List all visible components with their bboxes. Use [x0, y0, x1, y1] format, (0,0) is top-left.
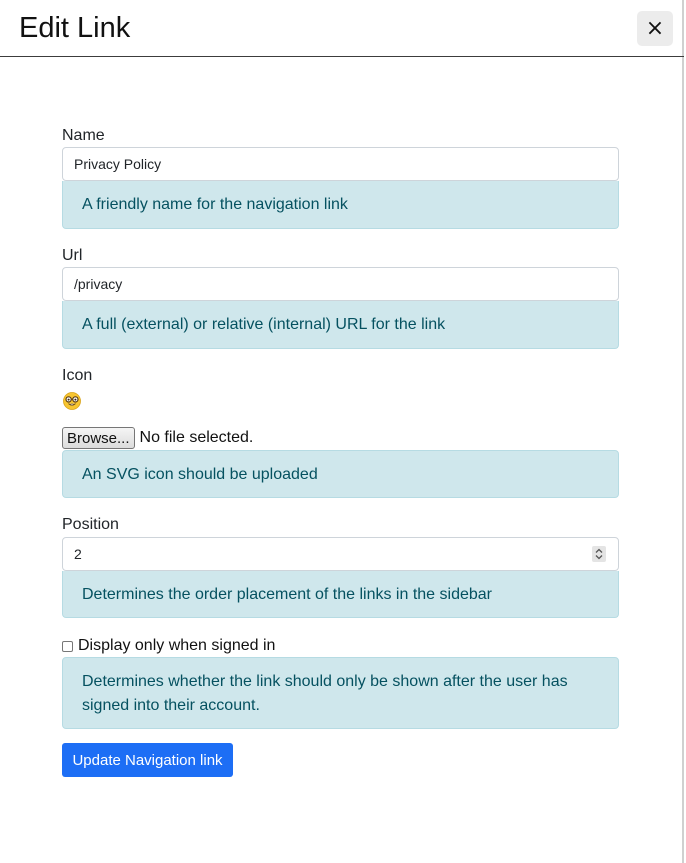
url-help: A full (external) or relative (internal)…: [62, 301, 619, 349]
icon-file-input: Browse... No file selected.: [62, 427, 253, 449]
number-spinner[interactable]: [592, 546, 606, 562]
signed-in-help: Determines whether the link should only …: [62, 657, 619, 729]
position-label: Position: [62, 516, 119, 533]
name-help: A friendly name for the navigation link: [62, 181, 619, 229]
update-navigation-link-button[interactable]: Update Navigation link: [62, 743, 233, 777]
close-icon: ×: [645, 16, 665, 41]
browse-button[interactable]: Browse...: [62, 427, 135, 449]
signed-in-option: Display only when signed in: [62, 636, 275, 656]
edit-link-modal: Edit Link × Name Privacy Policy A friend…: [0, 0, 684, 863]
url-input-value: /privacy: [74, 276, 123, 292]
name-input-value: Privacy Policy: [74, 156, 162, 172]
name-label: Name: [62, 127, 105, 144]
nerd-face-emoji-icon: [62, 391, 82, 411]
position-input[interactable]: 2: [62, 537, 619, 571]
modal-title: Edit Link: [19, 12, 131, 44]
url-label: Url: [62, 247, 83, 264]
icon-label: Icon: [62, 367, 93, 384]
signed-in-label[interactable]: Display only when signed in: [78, 637, 275, 655]
name-input[interactable]: Privacy Policy: [62, 147, 619, 181]
position-help: Determines the order placement of the li…: [62, 571, 619, 618]
file-status: No file selected.: [139, 429, 254, 446]
modal-header: Edit Link ×: [0, 0, 684, 57]
modal-edge: [682, 0, 684, 863]
spinner-arrows-icon: [595, 548, 603, 560]
close-button[interactable]: ×: [637, 11, 673, 46]
position-input-value: 2: [74, 546, 82, 562]
signed-in-checkbox[interactable]: [62, 640, 73, 652]
url-input[interactable]: /privacy: [62, 267, 619, 301]
icon-help: An SVG icon should be uploaded: [62, 450, 619, 498]
